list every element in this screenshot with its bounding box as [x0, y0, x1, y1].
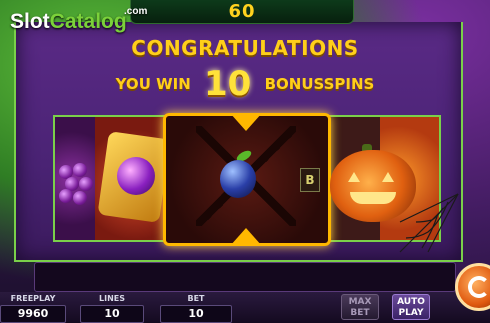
- auto-play-button[interactable]: AUTO PLAY: [392, 294, 430, 320]
- lines-label: LINES: [99, 294, 125, 303]
- bar-icon: B: [300, 168, 320, 192]
- logo-suffix: .com: [124, 6, 148, 17]
- top-meter: 60: [130, 0, 354, 24]
- lines-value: 10: [80, 305, 144, 323]
- win-prefix: YOU WIN: [115, 75, 191, 93]
- win-suffix: BONUSSPINS: [264, 75, 375, 93]
- logo-part1: Slot: [10, 10, 50, 33]
- freeplay-label: FREEPLAY: [10, 294, 56, 303]
- freeplay-value: 9960: [0, 305, 66, 323]
- auto-play-line1: AUTO: [397, 297, 425, 307]
- bet-display: BET 10: [160, 292, 232, 323]
- grapes-icon: [55, 117, 97, 240]
- max-bet-button[interactable]: MAX BET: [341, 294, 379, 320]
- plum-icon: [220, 160, 256, 198]
- spider-web-icon: [399, 193, 459, 253]
- message-bar: [34, 262, 456, 292]
- logo-part2: Catalog: [49, 10, 127, 33]
- spin-arrow-icon: [468, 276, 490, 298]
- win-message: YOU WIN 10 BONUSSPINS: [0, 64, 490, 104]
- logo: SlotCatalog .com: [10, 6, 147, 34]
- win-amount: 10: [204, 64, 252, 104]
- bet-label: BET: [187, 294, 205, 303]
- bet-value: 10: [160, 305, 232, 323]
- win-headline: CONGRATULATIONS: [131, 36, 359, 60]
- freeplay-display: FREEPLAY 9960: [0, 292, 66, 323]
- max-bet-line1: MAX: [348, 297, 372, 307]
- lines-display: LINES 10: [80, 292, 144, 323]
- max-bet-line2: BET: [350, 308, 370, 318]
- auto-play-line2: PLAY: [398, 308, 424, 318]
- top-meter-value: 60: [228, 1, 256, 22]
